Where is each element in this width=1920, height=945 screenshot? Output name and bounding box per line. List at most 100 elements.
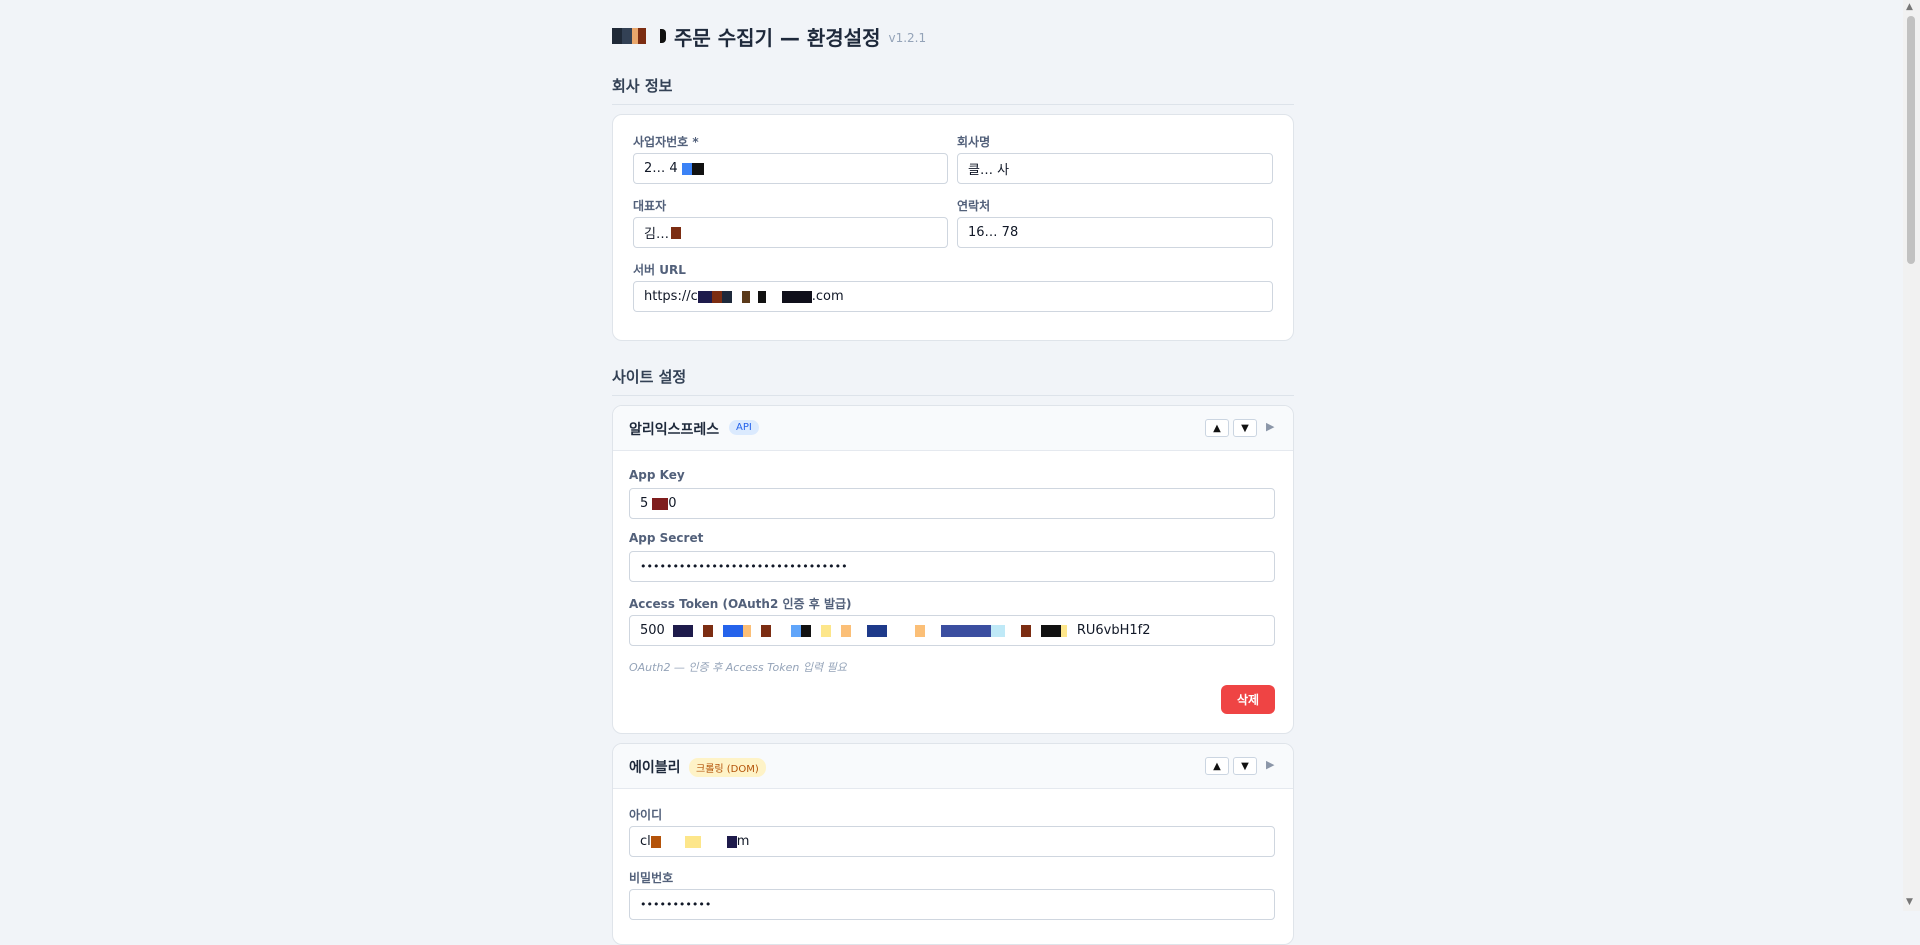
redaction-mark [1040, 624, 1061, 637]
redaction-gap [751, 625, 761, 637]
redaction-mark [711, 290, 722, 303]
redaction-gap [811, 625, 821, 637]
app-key-input[interactable]: 5 0 [629, 488, 1275, 519]
expand-icon[interactable]: ▶ [1266, 420, 1274, 433]
redaction-mark [670, 226, 681, 239]
redaction-gap [701, 836, 727, 848]
section-sites-title: 사이트 설정 [612, 366, 1294, 396]
redaction-gap [665, 625, 673, 637]
site-card-header[interactable]: 에이블리 크롤링 (DOM) ▲ ▼ ▶ [613, 744, 1293, 789]
move-down-button[interactable]: ▼ [1233, 757, 1257, 775]
redaction-gap [925, 625, 941, 637]
password-input[interactable]: ••••••••••• [629, 889, 1275, 920]
section-company-title: 회사 정보 [612, 75, 1294, 105]
redaction-mark [1060, 624, 1067, 637]
site-type-badge: 크롤링 (DOM) [689, 758, 766, 777]
move-up-button[interactable]: ▲ [1205, 757, 1229, 775]
site-card-header[interactable]: 알리익스프레스 API ▲ ▼ ▶ [613, 406, 1293, 451]
site-card-aliexpress: 알리익스프레스 API ▲ ▼ ▶ App Key 5 0 App Secret… [612, 405, 1294, 734]
access-token-suffix: RU6vbH1f2 [1076, 623, 1151, 638]
redaction-mark [866, 624, 887, 637]
delete-site-button[interactable]: 삭제 [1221, 685, 1275, 714]
access-token-prefix: 500 [640, 623, 665, 638]
server-url-prefix: https://c [644, 289, 698, 304]
company-card: 사업자번호 * 2… 4 회사명 클… 사 대표자 김… 연락처 16… 78 … [612, 114, 1294, 341]
move-down-button[interactable]: ▼ [1233, 419, 1257, 437]
app-secret-label: App Secret [629, 531, 704, 545]
redaction-gap [771, 625, 791, 637]
page-scrollbar[interactable]: ▲ ▼ [1903, 0, 1920, 911]
ceo-value: 김… [644, 227, 669, 242]
redaction-mark [721, 290, 732, 303]
login-id-input[interactable]: cl m [629, 826, 1275, 857]
redaction-mark [790, 624, 801, 637]
company-name-value: 클… 사 [968, 163, 1010, 178]
redaction-mark [722, 624, 743, 637]
page-header: 주문 수집기 — 환경설정 v1.2.1 [612, 20, 926, 52]
redaction-mark [672, 624, 693, 637]
redaction-mark [741, 290, 750, 303]
site-type-badge: API [729, 420, 759, 435]
login-id-prefix: cl [640, 834, 651, 849]
ceo-input[interactable]: 김… [633, 217, 948, 248]
oauth-hint: OAuth2 — 인증 후 Access Token 입력 필요 [629, 661, 847, 674]
login-id-suffix: m [736, 834, 750, 849]
biz-no-label: 사업자번호 * [633, 135, 699, 149]
site-name: 에이블리 [629, 760, 681, 776]
scroll-thumb[interactable] [1907, 16, 1915, 264]
scroll-up-icon[interactable]: ▲ [1906, 2, 1913, 12]
redaction-mark [1020, 624, 1031, 637]
contact-value: 16… 78 [968, 225, 1019, 240]
biz-no-value: 2… 4 [644, 161, 678, 176]
app-key-value: 5 [640, 496, 649, 511]
redaction-mark [681, 162, 692, 175]
contact-input[interactable]: 16… 78 [957, 217, 1273, 248]
redaction-gap [831, 625, 841, 637]
redaction-gap [1031, 625, 1041, 637]
biz-no-input[interactable]: 2… 4 [633, 153, 948, 184]
server-url-label: 서버 URL [633, 263, 686, 277]
redaction-gap [732, 291, 742, 303]
redaction-mark [820, 624, 831, 637]
app-secret-input[interactable]: •••••••••••••••••••••••••••••••• [629, 551, 1275, 582]
company-name-input[interactable]: 클… 사 [957, 153, 1273, 184]
password-label: 비밀번호 [629, 871, 674, 885]
redaction-mark [684, 835, 701, 848]
redaction-mark [650, 835, 661, 848]
site-card-ably: 에이블리 크롤링 (DOM) ▲ ▼ ▶ 아이디 cl m 비밀번호 •••••… [612, 743, 1294, 945]
redaction-mark [652, 497, 669, 510]
move-up-button[interactable]: ▲ [1205, 419, 1229, 437]
app-logo [612, 28, 666, 44]
redaction-mark [702, 624, 713, 637]
redaction-gap [766, 291, 782, 303]
redaction-mark [691, 162, 704, 175]
app-key-suffix: 0 [668, 496, 677, 511]
redaction-gap [750, 291, 758, 303]
login-id-label: 아이디 [629, 808, 663, 822]
access-token-label: Access Token (OAuth2 인증 후 발급) [629, 597, 852, 611]
page-title: 주문 수집기 — 환경설정 [674, 25, 881, 50]
company-name-label: 회사명 [957, 135, 991, 149]
site-name: 알리익스프레스 [629, 422, 720, 438]
server-url-suffix: .com [811, 289, 844, 304]
redaction-mark [760, 624, 771, 637]
redaction-gap [887, 625, 915, 637]
redaction-mark [757, 290, 766, 303]
access-token-input[interactable]: 500 RU6vbH1f2 [629, 615, 1275, 646]
redaction-gap [661, 836, 685, 848]
app-key-label: App Key [629, 468, 685, 482]
redaction-mark [726, 835, 737, 848]
redaction-mark [800, 624, 811, 637]
ceo-label: 대표자 [633, 199, 667, 213]
redaction-mark [840, 624, 851, 637]
redaction-mark [781, 290, 812, 303]
server-url-input[interactable]: https://c .com [633, 281, 1273, 312]
contact-label: 연락처 [957, 199, 991, 213]
expand-icon[interactable]: ▶ [1266, 758, 1274, 771]
redaction-gap [851, 625, 867, 637]
scroll-down-icon[interactable]: ▼ [1906, 897, 1913, 907]
version-label: v1.2.1 [888, 31, 927, 45]
redaction-mark [697, 290, 712, 303]
redaction-mark [742, 624, 751, 637]
redaction-mark [940, 624, 991, 637]
